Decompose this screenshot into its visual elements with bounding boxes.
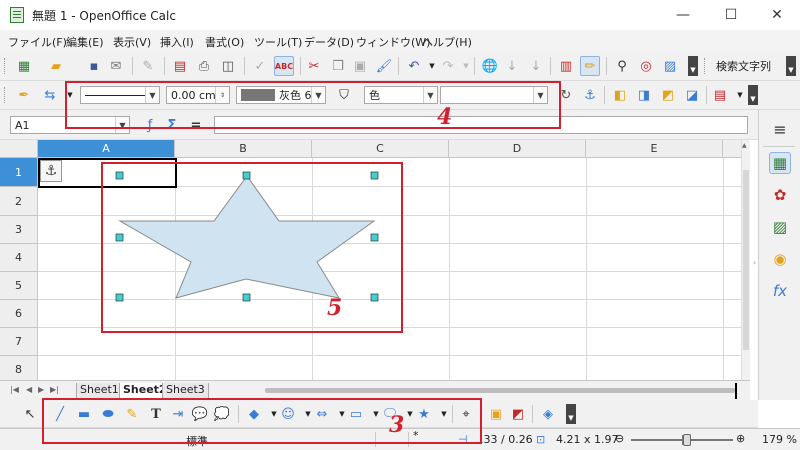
page-preview-icon[interactable]: ◫ [218,56,238,76]
styles-icon[interactable]: ✿ [769,184,791,206]
menu-data[interactable]: データ(D) [304,34,354,50]
zoom-slider-thumb[interactable] [683,434,692,446]
to-foreground-icon[interactable]: ◩ [658,85,678,105]
annotation-box-4 [65,81,561,129]
menu-tools[interactable]: ツール(T) [254,34,302,50]
menu-help[interactable]: ヘルプ(H) [422,34,472,50]
copy-icon[interactable]: ❐ [328,56,348,76]
menu-edit[interactable]: 編集(E) [66,34,104,50]
redo-icon[interactable]: ↷ [438,56,458,76]
sidebar-deck: ≡ ▦ ✿ ▨ ◉ fx › [753,110,800,400]
search-toolbar-grip[interactable] [704,58,707,74]
menu-insert[interactable]: 挿入(I) [160,34,194,50]
menu-bar: ファイル(F) 編集(E) 表示(V) 挿入(I) 書式(O) ツール(T) デ… [0,30,800,51]
toolbar-grip[interactable] [4,58,7,74]
size-value: 4.21 x 1.97 [556,433,619,446]
from-file-icon[interactable]: ◩ [508,404,528,424]
sheet-tab-bar: |◀ ◀ ▶ ▶| Sheet1 Sheet2 Sheet3 [0,380,750,400]
paste-icon[interactable]: ▣ [350,56,370,76]
arrow-style-icon[interactable]: ⇆ [40,85,60,105]
to-background-icon[interactable]: ◪ [682,85,702,105]
sidebar-collapse-icon[interactable]: › [753,258,756,267]
line-icon[interactable]: ✒ [14,85,34,105]
alignment-dropdown-icon[interactable]: ▼ [730,85,750,105]
spellcheck-icon[interactable]: ✓ [250,56,270,76]
close-button[interactable]: ✕ [754,0,800,30]
auto-spellcheck-icon[interactable]: ABC [274,56,294,76]
sort-descending-icon[interactable]: ↓ [526,56,546,76]
export-pdf-icon[interactable]: ▤ [170,56,190,76]
horizontal-scrollbar-thumb[interactable] [265,388,735,393]
select-pointer-icon[interactable]: ↖ [20,404,40,424]
properties-icon[interactable]: ▦ [769,152,791,174]
new-document-icon[interactable]: ▦ [14,56,34,76]
size-icon: ⊡ [536,433,546,446]
standard-toolbar: ▦ ▰ ▪ ✉ ✎ ▤ ⎙ ◫ ✓ ABC ✂ ❐ ▣ 🖌 ↶ ▼ ↷ ▼ 🌐 … [0,51,800,81]
last-sheet-icon[interactable]: ▶| [50,385,59,394]
menu-view[interactable]: 表示(V) [113,34,151,50]
drawing-toolbar-bottom-overflow-button[interactable]: ▼ [566,404,576,424]
menu-format[interactable]: 書式(O) [205,34,244,50]
vertical-scrollbar-thumb[interactable] [743,170,749,350]
bring-to-front-icon[interactable]: ◧ [610,85,630,105]
first-sheet-icon[interactable]: |◀ [10,385,19,394]
chart-icon[interactable]: ▥ [556,56,576,76]
maximize-button[interactable]: ☐ [708,0,754,30]
show-draw-functions-icon[interactable]: ✏ [580,56,600,76]
edit-file-icon[interactable]: ✎ [138,56,158,76]
zoom-slider[interactable] [631,434,733,446]
calc-app-icon [10,7,24,23]
gallery-icon[interactable]: ▨ [769,216,791,238]
hyperlink-icon[interactable]: 🌐 [480,56,500,76]
menu-window[interactable]: ウィンドウ(W) [356,34,430,50]
sheet-tab-1[interactable]: Sheet1 [76,383,123,399]
drawing-toolbar-overflow-button[interactable]: ▼ [748,85,758,105]
cell-reference: A1 [15,118,30,132]
search-toolbar-overflow-button[interactable]: ▼ [786,56,796,76]
toolbar-overflow-button[interactable]: ▼ [688,56,698,76]
menu-file[interactable]: ファイル(F) [8,34,67,50]
redo-dropdown-icon[interactable]: ▼ [456,56,476,76]
annotation-box-3 [42,398,482,444]
print-icon[interactable]: ⎙ [194,56,214,76]
vertical-scrollbar[interactable]: ▲ [741,140,750,380]
sidebar-menu-icon[interactable]: ≡ [769,118,791,140]
window-title: 無題 1 - OpenOffice Calc [32,9,176,23]
annotation-label-3: 3 [389,412,405,438]
save-icon[interactable]: ▪ [84,56,104,76]
zoom-in-icon[interactable]: ⊕ [736,432,745,445]
cut-icon[interactable]: ✂ [304,56,324,76]
clone-formatting-icon[interactable]: 🖌 [374,56,394,76]
annotation-label-4: 4 [437,104,453,130]
title-bar: 無題 1 - OpenOffice Calc — ☐ ✕ [0,0,800,30]
extrusion-icon[interactable]: ◈ [538,404,558,424]
alignment-icon[interactable]: ▤ [710,85,730,105]
position-value: .33 / 0.26 [480,433,533,446]
sheet-tab-3[interactable]: Sheet3 [162,383,209,399]
scroll-up-icon[interactable]: ▲ [742,142,747,149]
search-field[interactable]: 検索文字列 [712,57,780,75]
open-folder-icon[interactable]: ▰ [46,56,66,76]
fontwork-gallery-icon[interactable]: ▣ [486,404,506,424]
anchor-toggle-icon[interactable]: ⚓ [580,85,600,105]
next-sheet-icon[interactable]: ▶ [38,385,44,394]
zoom-percent[interactable]: 179 % [762,433,797,446]
undo-icon[interactable]: ↶ [404,56,424,76]
sort-ascending-icon[interactable]: ↓ [502,56,522,76]
annotation-label-5: 5 [327,295,343,321]
email-icon[interactable]: ✉ [106,56,126,76]
gallery-toolbar-icon[interactable]: ▨ [660,56,680,76]
send-to-back-icon[interactable]: ◨ [634,85,654,105]
horizontal-scrollbar-end [735,383,737,399]
minimize-button[interactable]: — [660,0,706,30]
previous-sheet-icon[interactable]: ◀ [26,385,32,394]
navigator-toolbar-icon[interactable]: ◎ [636,56,656,76]
find-replace-icon[interactable]: ⚲ [612,56,632,76]
navigator-icon[interactable]: ◉ [769,248,791,270]
annotation-box-5 [101,162,403,333]
functions-icon[interactable]: fx [769,280,791,302]
drawing-toolbar-grip[interactable] [4,87,7,103]
zoom-out-icon[interactable]: ⊖ [615,432,624,445]
